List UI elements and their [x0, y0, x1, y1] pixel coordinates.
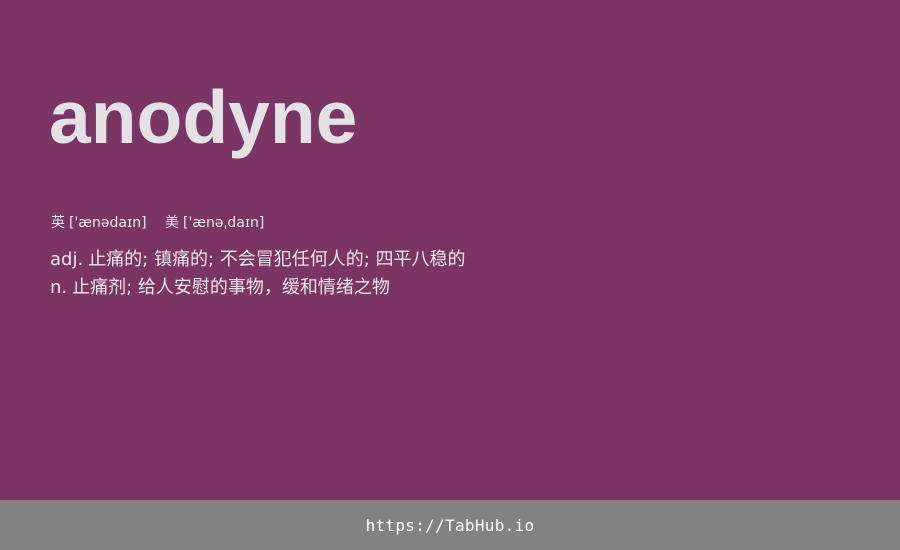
- phonetic-uk-ipa: ['ænədaɪn]: [69, 215, 147, 231]
- phonetic-uk-label: 英: [51, 215, 65, 231]
- footer-bar: https://TabHub.io: [0, 500, 900, 550]
- phonetics-row: 英 ['ænədaɪn] 美 ['ænəˌdaɪn]: [51, 212, 278, 234]
- definition-pos: adj.: [50, 249, 84, 270]
- word-card: anodyne 英 ['ænədaɪn] 美 ['ænəˌdaɪn] adj. 止痛的…: [0, 0, 900, 500]
- definition-meaning: 止痛的; 镇痛的; 不会冒犯任何人的; 四平八稳的: [88, 249, 466, 270]
- phonetic-uk: 英 ['ænədaɪn]: [51, 212, 147, 234]
- definition-adjective: adj. 止痛的; 镇痛的; 不会冒犯任何人的; 四平八稳的: [50, 246, 466, 274]
- headword: anodyne: [49, 75, 358, 159]
- definition-meaning: 止痛剂; 给人安慰的事物，缓和情绪之物: [72, 277, 390, 298]
- tabhub-link[interactable]: https://TabHub.io: [366, 516, 535, 535]
- phonetic-us: 美 ['ænəˌdaɪn]: [165, 212, 264, 234]
- definition-pos: n.: [50, 277, 68, 298]
- definitions-list: adj. 止痛的; 镇痛的; 不会冒犯任何人的; 四平八稳的 n. 止痛剂; 给人安…: [50, 246, 466, 302]
- phonetic-us-label: 美: [165, 215, 179, 231]
- phonetic-us-ipa: ['ænəˌdaɪn]: [183, 215, 265, 231]
- definition-noun: n. 止痛剂; 给人安慰的事物，缓和情绪之物: [50, 274, 466, 302]
